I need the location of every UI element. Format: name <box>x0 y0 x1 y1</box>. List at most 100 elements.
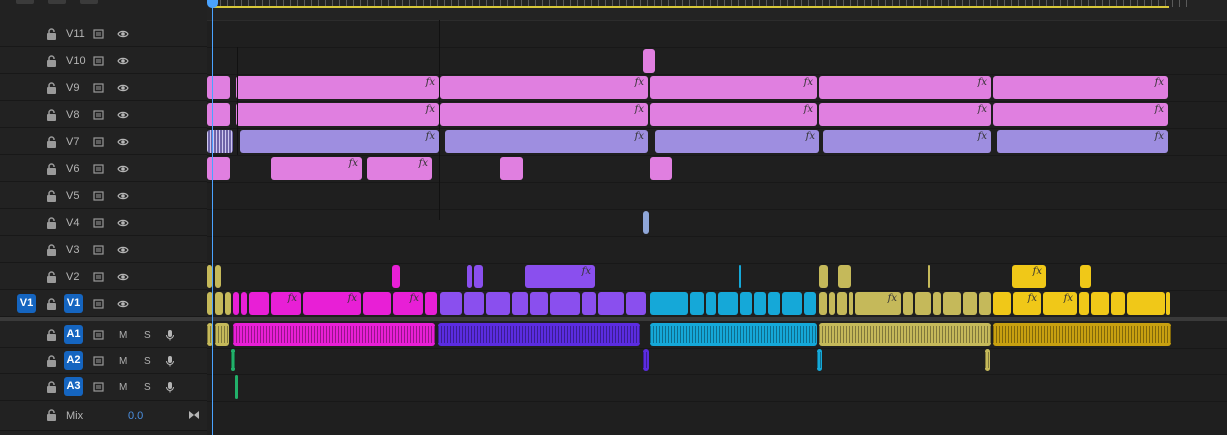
clip[interactable] <box>754 292 766 315</box>
clip[interactable]: fx <box>440 103 648 126</box>
clip[interactable] <box>643 211 649 234</box>
sync-lock-icon[interactable] <box>93 82 105 94</box>
track-name-v2[interactable]: V2 <box>66 271 79 283</box>
clip[interactable] <box>241 292 247 315</box>
clip[interactable]: fx <box>236 76 439 99</box>
eye-icon[interactable] <box>117 271 129 283</box>
clip[interactable] <box>985 349 990 371</box>
sync-lock-icon[interactable] <box>93 109 105 121</box>
lock-icon[interactable] <box>46 217 57 229</box>
sync-lock-icon[interactable] <box>93 217 105 229</box>
clip[interactable] <box>963 292 977 315</box>
lock-icon[interactable] <box>46 190 57 202</box>
clip[interactable] <box>993 292 1011 315</box>
track-target-v1[interactable]: V1 <box>64 294 83 313</box>
clip[interactable]: fx <box>1043 292 1077 315</box>
eye-icon[interactable] <box>117 82 129 94</box>
clip[interactable] <box>231 349 235 371</box>
timeline-tracks-panel[interactable]: fx fx fx fx fx fx fx fx fx fx fx fx fx fx fx fx fx fx fx fx… <box>207 0 1227 435</box>
clip[interactable] <box>207 76 230 99</box>
mix-volume-value[interactable]: 0.0 <box>128 410 143 422</box>
sync-lock-icon[interactable] <box>93 190 105 202</box>
clip[interactable] <box>233 323 435 346</box>
clip[interactable] <box>928 265 930 288</box>
clip[interactable]: fx <box>993 103 1168 126</box>
clip[interactable]: fx <box>440 76 648 99</box>
clip[interactable] <box>739 265 741 288</box>
track-name-v10[interactable]: V10 <box>66 55 86 67</box>
eye-icon[interactable] <box>117 109 129 121</box>
clip[interactable] <box>643 349 649 371</box>
clip[interactable] <box>849 292 853 315</box>
eye-icon[interactable] <box>117 217 129 229</box>
clip[interactable] <box>817 349 822 371</box>
solo-button[interactable]: S <box>144 356 151 367</box>
eye-icon[interactable] <box>117 163 129 175</box>
track-name-v5[interactable]: V5 <box>66 190 79 202</box>
clip[interactable] <box>464 292 484 315</box>
clip[interactable] <box>740 292 752 315</box>
clip[interactable] <box>425 292 437 315</box>
clip[interactable] <box>650 292 688 315</box>
sync-lock-icon[interactable] <box>93 136 105 148</box>
clip[interactable]: fx <box>997 130 1168 153</box>
clip[interactable] <box>933 292 941 315</box>
track-target-a2[interactable]: A2 <box>64 351 83 370</box>
clip[interactable]: fx <box>240 130 439 153</box>
lock-icon[interactable] <box>46 28 57 40</box>
lock-icon[interactable] <box>46 109 57 121</box>
clip[interactable] <box>207 103 230 126</box>
video-audio-divider[interactable] <box>0 317 1227 321</box>
lock-icon[interactable] <box>46 381 57 393</box>
time-ruler[interactable] <box>207 0 1227 21</box>
clip[interactable] <box>1080 265 1091 288</box>
clip[interactable] <box>474 265 483 288</box>
clip[interactable] <box>819 265 828 288</box>
clip[interactable]: fx <box>393 292 423 315</box>
clip[interactable] <box>1111 292 1125 315</box>
clip[interactable] <box>829 292 835 315</box>
clip[interactable]: fx <box>525 265 595 288</box>
clip[interactable] <box>979 292 991 315</box>
solo-button[interactable]: S <box>144 330 151 341</box>
solo-button[interactable]: S <box>144 382 151 393</box>
clip[interactable]: fx <box>650 103 817 126</box>
track-name-v6[interactable]: V6 <box>66 163 79 175</box>
mute-button[interactable]: M <box>119 330 127 341</box>
clip[interactable]: fx <box>271 292 301 315</box>
clip[interactable]: fx <box>1013 292 1041 315</box>
sync-lock-icon[interactable] <box>93 298 105 310</box>
clip[interactable] <box>819 292 827 315</box>
lock-icon[interactable] <box>46 136 57 148</box>
track-name-v4[interactable]: V4 <box>66 217 79 229</box>
clip[interactable] <box>915 292 931 315</box>
clip[interactable]: fx <box>236 103 439 126</box>
lock-icon[interactable] <box>46 163 57 175</box>
clip[interactable]: fx <box>823 130 991 153</box>
clip[interactable] <box>530 292 548 315</box>
clip[interactable] <box>207 130 233 153</box>
track-name-v11[interactable]: V11 <box>66 28 85 40</box>
clip[interactable] <box>643 49 655 73</box>
lock-icon[interactable] <box>46 82 57 94</box>
clip[interactable] <box>235 375 238 399</box>
clip[interactable]: fx <box>367 157 432 180</box>
clip[interactable] <box>993 323 1171 346</box>
track-name-v9[interactable]: V9 <box>66 82 79 94</box>
sync-lock-icon[interactable] <box>93 355 105 367</box>
clip[interactable]: fx <box>819 103 991 126</box>
clip[interactable] <box>233 292 239 315</box>
sync-lock-icon[interactable] <box>93 55 105 67</box>
clip[interactable]: fx <box>1012 265 1046 288</box>
clip[interactable]: fx <box>271 157 362 180</box>
lock-icon[interactable] <box>46 298 57 310</box>
clip[interactable] <box>249 292 269 315</box>
eye-icon[interactable] <box>117 244 129 256</box>
track-name-v3[interactable]: V3 <box>66 244 79 256</box>
clip[interactable] <box>768 292 780 315</box>
clip[interactable] <box>215 323 229 346</box>
lock-icon[interactable] <box>46 55 57 67</box>
clip[interactable] <box>819 323 991 346</box>
clip[interactable] <box>837 292 847 315</box>
eye-icon[interactable] <box>117 136 129 148</box>
